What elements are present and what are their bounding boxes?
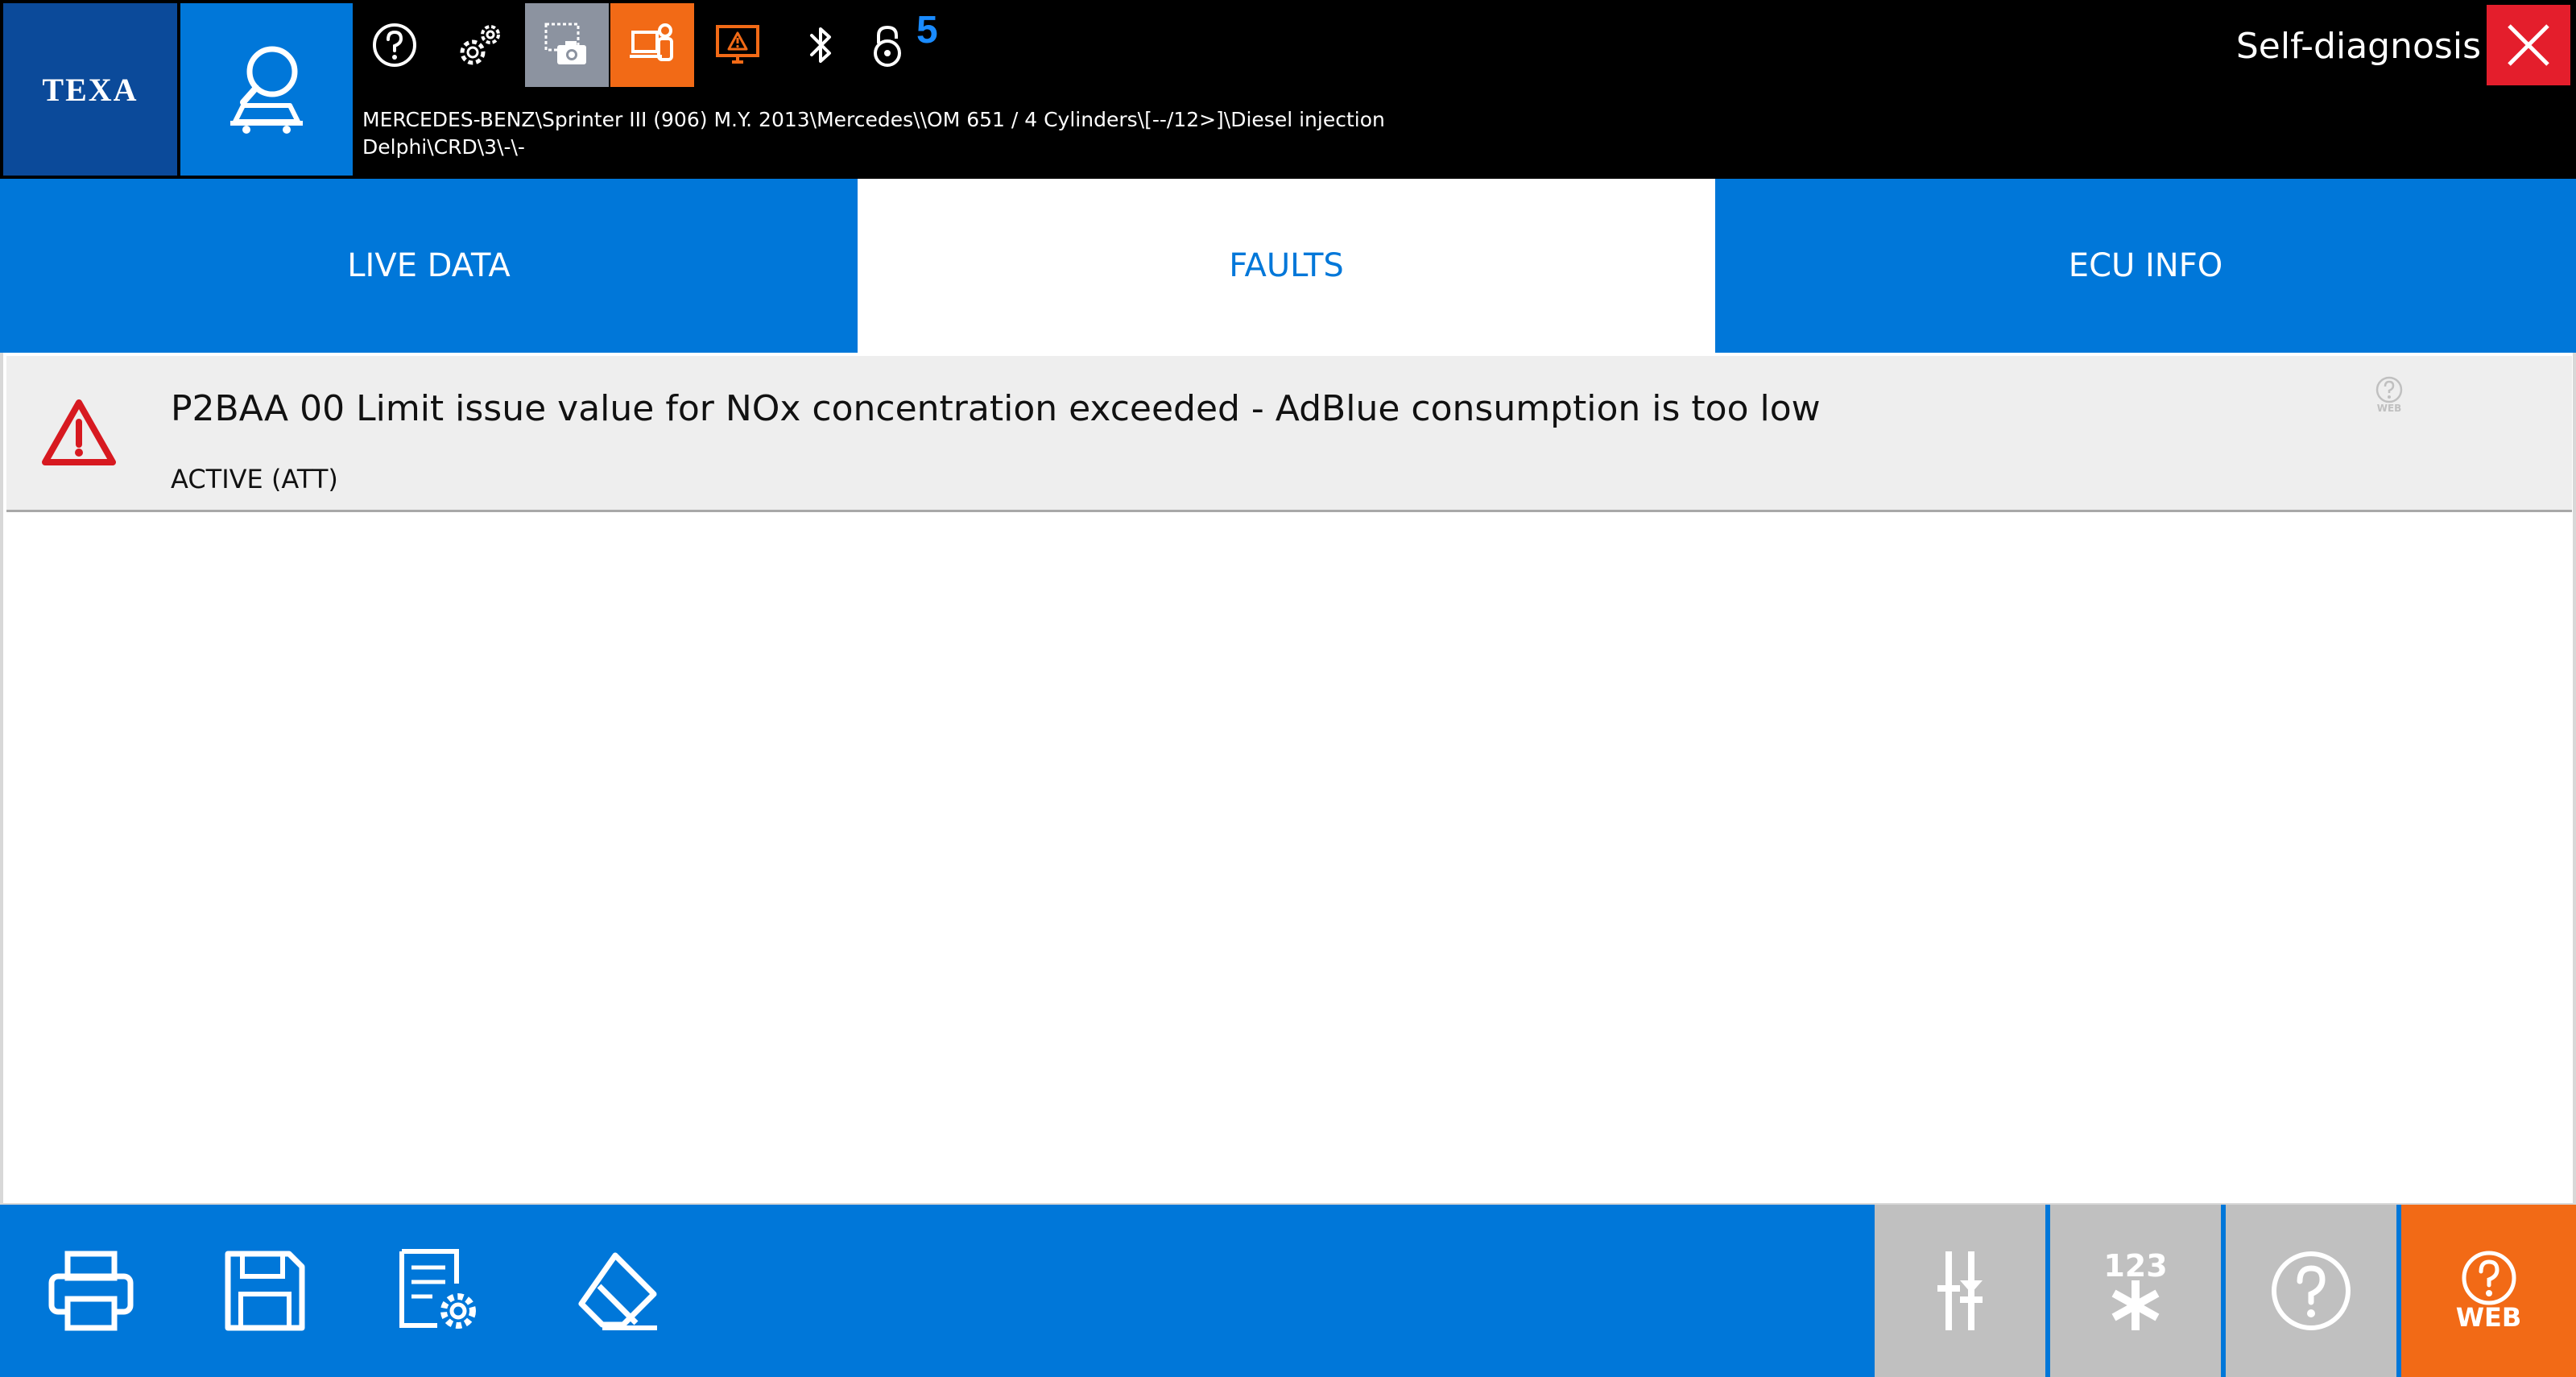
top-bar: TEXA 5 MERCEDES-BENZ\Sprinter III (906) …	[0, 0, 2576, 179]
tab-ecu-info[interactable]: ECU INFO	[1715, 179, 2576, 353]
warning-monitor-icon	[716, 25, 759, 64]
warning-monitor-button[interactable]	[696, 3, 779, 87]
help-icon	[2462, 1251, 2516, 1305]
fault-codes-button[interactable]: 123	[2050, 1205, 2221, 1377]
bottom-toolbar: 123 WEB	[0, 1205, 2576, 1377]
report-settings-button[interactable]	[353, 1205, 525, 1377]
save-button[interactable]	[179, 1205, 351, 1377]
bluetooth-icon	[810, 27, 831, 63]
screenshot-icon	[544, 23, 586, 64]
vehicle-path-line-1: MERCEDES-BENZ\Sprinter III (906) M.Y. 20…	[362, 108, 1385, 131]
logo-text: TEXA	[42, 71, 139, 108]
vehicle-path: MERCEDES-BENZ\Sprinter III (906) M.Y. 20…	[362, 106, 1385, 161]
vehicle-path-line-2: Delphi\CRD\3\-\-	[362, 135, 525, 159]
help-icon	[2375, 376, 2403, 403]
asterisk-icon	[2111, 1280, 2160, 1330]
fault-status: ACTIVE (ATT)	[171, 464, 338, 494]
web-help-button[interactable]: WEB	[2401, 1205, 2576, 1377]
close-button[interactable]	[2487, 5, 2570, 85]
window-title: Self-diagnosis	[2235, 26, 2481, 67]
help-button[interactable]	[353, 3, 436, 87]
remote-assist-icon	[630, 23, 673, 61]
web-help-label: WEB	[2455, 1302, 2522, 1333]
tab-faults[interactable]: FAULTS	[858, 179, 1715, 353]
help-icon	[2272, 1251, 2351, 1330]
texa-logo: TEXA	[3, 3, 177, 176]
lock-button[interactable]	[847, 3, 928, 87]
fault-row[interactable]: P2BAA 00 Limit issue value for NOx conce…	[6, 356, 2572, 512]
close-icon	[2508, 24, 2549, 66]
fault-web-help-button[interactable]: WEB	[2367, 375, 2411, 424]
fault-title: P2BAA 00 Limit issue value for NOx conce…	[171, 388, 1821, 429]
self-diagnosis-app-button[interactable]	[180, 3, 353, 176]
print-button[interactable]	[5, 1205, 177, 1377]
lock-icon	[874, 25, 901, 67]
tab-live-data[interactable]: LIVE DATA	[0, 179, 858, 353]
help-button[interactable]	[2226, 1205, 2396, 1377]
print-icon	[48, 1251, 134, 1331]
report-settings-icon	[399, 1249, 476, 1329]
erase-icon	[578, 1252, 657, 1330]
tab-bar: LIVE DATA FAULTS ECU INFO	[0, 179, 2576, 353]
fault-web-label: WEB	[2376, 403, 2402, 414]
warning-icon	[42, 399, 116, 465]
save-icon	[225, 1251, 305, 1331]
gear-icon	[460, 25, 500, 65]
adjust-icon	[1937, 1251, 1983, 1330]
lock-count-badge: 5	[916, 9, 938, 52]
erase-faults-button[interactable]	[531, 1205, 704, 1377]
screenshot-button[interactable]	[525, 3, 609, 87]
adjust-button[interactable]	[1875, 1205, 2045, 1377]
remote-assistance-button[interactable]	[610, 3, 694, 87]
help-icon	[373, 23, 416, 67]
app-search-icon	[230, 46, 303, 134]
settings-button[interactable]	[438, 3, 522, 87]
faults-list: P2BAA 00 Limit issue value for NOx conce…	[0, 353, 2576, 1205]
